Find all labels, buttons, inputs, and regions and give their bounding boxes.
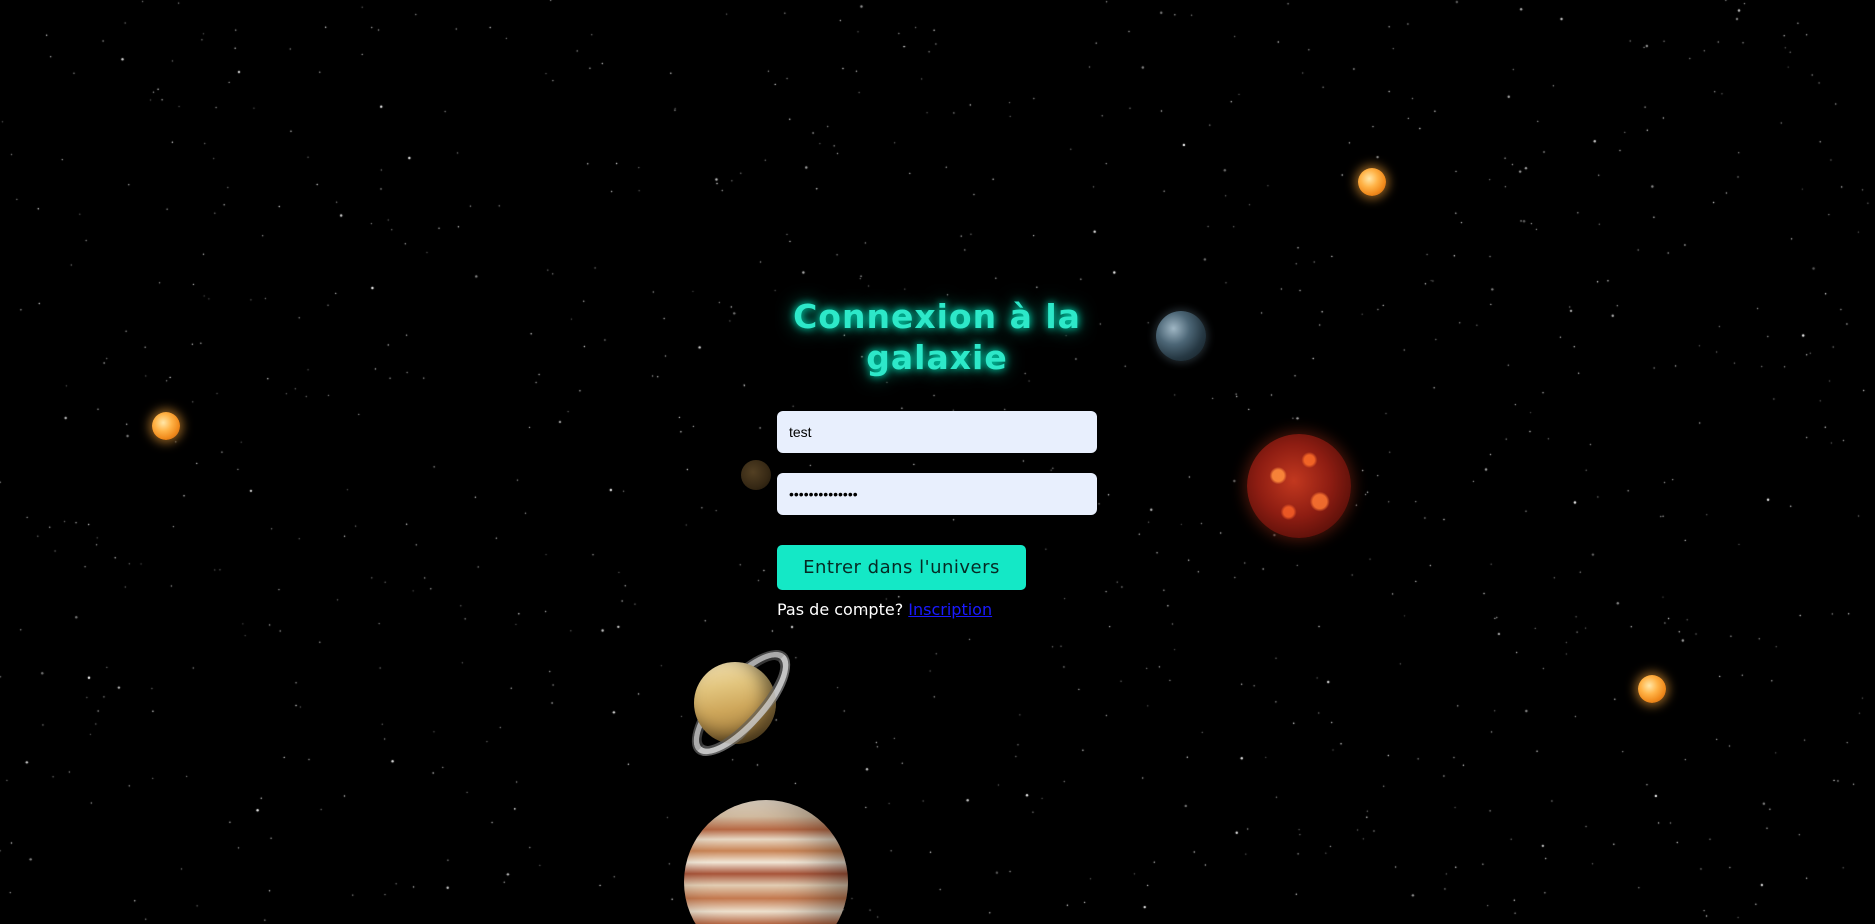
lava-planet-icon	[1247, 434, 1351, 538]
enter-universe-button[interactable]: Entrer dans l'univers	[777, 545, 1026, 590]
signup-prompt: Pas de compte? Inscription	[777, 600, 1097, 619]
no-account-text: Pas de compte?	[777, 600, 904, 619]
username-input[interactable]	[777, 411, 1097, 453]
earthlike-planet-icon	[1156, 311, 1206, 361]
signup-link[interactable]: Inscription	[908, 600, 992, 619]
dim-moon-icon	[741, 460, 771, 490]
small-sun-icon	[152, 412, 180, 440]
small-sun-icon	[1358, 168, 1386, 196]
small-sun-icon	[1638, 675, 1666, 703]
login-form: Connexion à la galaxie Entrer dans l'uni…	[777, 296, 1097, 619]
saturn-planet-icon	[676, 637, 806, 770]
page-title: Connexion à la galaxie	[793, 297, 1081, 377]
password-input[interactable]	[777, 473, 1097, 515]
